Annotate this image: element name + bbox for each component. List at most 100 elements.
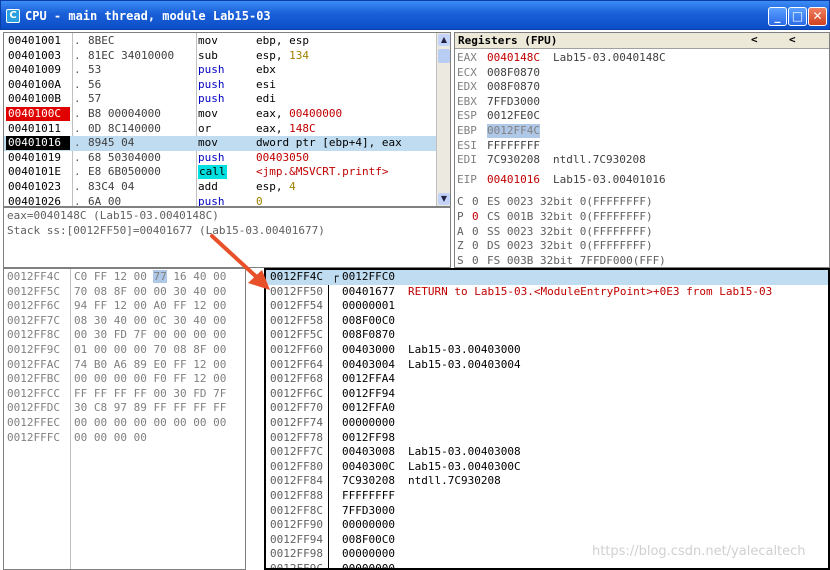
- stack-row[interactable]: 0012FF50 00401677 RETURN to Lab15-03.<Modu…: [266, 285, 828, 300]
- flag-value[interactable]: 0: [472, 210, 479, 224]
- disassembly-scrollbar[interactable]: ▲ ▼: [436, 33, 450, 206]
- disasm-address[interactable]: 00401019: [6, 151, 70, 165]
- flag-row[interactable]: S 0 FS 003B 32bit 7FFDF000(FFF): [455, 254, 825, 267]
- register-value[interactable]: FFFFFFFF: [487, 139, 540, 153]
- stack-value[interactable]: 00000001: [342, 299, 395, 313]
- flag-value[interactable]: 0: [472, 195, 479, 209]
- scroll-up-arrow-icon[interactable]: ▲: [438, 34, 450, 46]
- stack-row[interactable]: 0012FF88 FFFFFFFF: [266, 489, 828, 504]
- disasm-address[interactable]: 0040101E: [6, 165, 70, 179]
- disasm-row[interactable]: 00401003. 81EC 34010000 sub esp, 134: [4, 49, 436, 64]
- dump-hex-bytes[interactable]: FF FF FF FF 00 30 FD 7F: [74, 387, 226, 401]
- dump-row[interactable]: 0012FFCC FF FF FF FF 00 30 FD 7F: [4, 387, 244, 402]
- stack-row[interactable]: 0012FF90 00000000: [266, 518, 828, 533]
- register-row-eip[interactable]: EIP 00401016 Lab15-03.00401016: [455, 173, 825, 188]
- stack-row[interactable]: 0012FF58 008F00C0: [266, 314, 828, 329]
- register-row[interactable]: EAX 0040148C Lab15-03.0040148C: [455, 51, 825, 66]
- registers-header[interactable]: Registers (FPU) < <: [455, 33, 829, 49]
- disasm-address[interactable]: 0040100C: [6, 107, 70, 121]
- register-row[interactable]: ESP 0012FE0C: [455, 109, 825, 124]
- minimize-button[interactable]: _: [768, 7, 787, 26]
- disasm-row[interactable]: 00401009. 53 push ebx: [4, 63, 436, 78]
- stack-value[interactable]: FFFFFFFF: [342, 489, 395, 503]
- stack-row[interactable]: 0012FF5C 008F0870: [266, 328, 828, 343]
- dump-row[interactable]: 0012FFFC 00 00 00 00: [4, 431, 244, 446]
- register-value[interactable]: 7FFD3000: [487, 95, 540, 109]
- dump-hex-bytes[interactable]: 94 FF 12 00 A0 FF 12 00: [74, 299, 226, 313]
- register-row[interactable]: EDI 7C930208 ntdll.7C930208: [455, 153, 825, 168]
- dump-hex-bytes[interactable]: 01 00 00 00 70 08 8F 00: [74, 343, 226, 357]
- stack-row[interactable]: 0012FF6C 0012FF94: [266, 387, 828, 402]
- disasm-address[interactable]: 00401001: [6, 34, 70, 48]
- dump-hex-bytes[interactable]: 00 30 FD 7F 00 00 00 00: [74, 328, 226, 342]
- dump-hex-bytes[interactable]: 08 30 40 00 0C 30 40 00: [74, 314, 226, 328]
- dump-row[interactable]: 0012FFDC 30 C8 97 89 FF FF FF FF: [4, 401, 244, 416]
- disasm-row[interactable]: 00401026. 6A 00 push 0: [4, 195, 436, 206]
- register-row[interactable]: ESI FFFFFFFF: [455, 139, 825, 154]
- disasm-address[interactable]: 00401003: [6, 49, 70, 63]
- stack-row[interactable]: 0012FF74 00000000: [266, 416, 828, 431]
- register-value[interactable]: 008F0870: [487, 80, 540, 94]
- disasm-row[interactable]: 00401019. 68 50304000 push 00403050: [4, 151, 436, 166]
- register-value[interactable]: 7C930208: [487, 153, 540, 167]
- stack-pane[interactable]: 0012FF4C ┌ 0012FFC0 0012FF50 00401677 RETURN …: [264, 268, 830, 570]
- dump-hex-bytes[interactable]: 00 00 00 00: [74, 431, 147, 445]
- stack-value[interactable]: 0012FFA0: [342, 401, 395, 415]
- stack-value[interactable]: 7FFD3000: [342, 504, 395, 518]
- disasm-row[interactable]: 0040100B. 57 push edi: [4, 92, 436, 107]
- stack-value[interactable]: 7C930208: [342, 474, 395, 488]
- register-value[interactable]: 008F0870: [487, 66, 540, 80]
- flag-row[interactable]: Z 0 DS 0023 32bit 0(FFFFFFFF): [455, 239, 825, 254]
- disassembly-pane[interactable]: 00401001. 8BEC mov ebp, esp 00401003. 81EC 34…: [3, 32, 451, 207]
- memory-dump-pane[interactable]: 0012FF4C C0 FF 12 00 77 16 40 00 0012FF5C 7…: [3, 268, 246, 570]
- register-row[interactable]: EDX 008F0870: [455, 80, 825, 95]
- dump-row[interactable]: 0012FF5C 70 08 8F 00 00 30 40 00: [4, 285, 244, 300]
- dump-hex-bytes[interactable]: 30 C8 97 89 FF FF FF FF: [74, 401, 226, 415]
- stack-row[interactable]: 0012FF9C 00000000: [266, 562, 828, 568]
- disasm-address[interactable]: 00401026: [6, 195, 70, 206]
- chevron-left-icon[interactable]: <: [789, 33, 796, 46]
- stack-value[interactable]: 0040300C: [342, 460, 395, 474]
- stack-row[interactable]: 0012FF70 0012FFA0: [266, 401, 828, 416]
- disasm-row[interactable]: 0040100A. 56 push esi: [4, 78, 436, 93]
- stack-row[interactable]: 0012FF60 00403000 Lab15-03.00403000: [266, 343, 828, 358]
- dump-row[interactable]: 0012FF6C 94 FF 12 00 A0 FF 12 00: [4, 299, 244, 314]
- stack-value[interactable]: 008F00C0: [342, 533, 395, 547]
- stack-value[interactable]: 00000000: [342, 518, 395, 532]
- stack-value[interactable]: 008F0870: [342, 328, 395, 342]
- stack-value[interactable]: 00403008: [342, 445, 395, 459]
- stack-value[interactable]: 0012FF98: [342, 431, 395, 445]
- scroll-down-arrow-icon[interactable]: ▼: [438, 193, 450, 205]
- stack-value[interactable]: 00000000: [342, 547, 395, 561]
- dump-hex-bytes[interactable]: C0 FF 12 00 77 16 40 00: [74, 270, 226, 284]
- stack-row[interactable]: 0012FF8C 7FFD3000: [266, 504, 828, 519]
- register-row[interactable]: ECX 008F0870: [455, 66, 825, 81]
- flag-row[interactable]: C 0 ES 0023 32bit 0(FFFFFFFF): [455, 195, 825, 210]
- stack-value[interactable]: 00000000: [342, 416, 395, 430]
- stack-row[interactable]: 0012FF7C 00403008 Lab15-03.00403008: [266, 445, 828, 460]
- disasm-address[interactable]: 00401016: [6, 136, 70, 151]
- dump-selected-byte[interactable]: 77: [153, 270, 167, 283]
- dump-row[interactable]: 0012FFEC 00 00 00 00 00 00 00 00: [4, 416, 244, 431]
- disasm-row[interactable]: 00401001. 8BEC mov ebp, esp: [4, 34, 436, 49]
- stack-value[interactable]: 00000000: [342, 562, 395, 568]
- dump-hex-bytes[interactable]: 70 08 8F 00 00 30 40 00: [74, 285, 226, 299]
- register-value[interactable]: 0012FF4C: [487, 124, 540, 138]
- stack-value[interactable]: 0012FF94: [342, 387, 395, 401]
- dump-row[interactable]: 0012FF9C 01 00 00 00 70 08 8F 00: [4, 343, 244, 358]
- disasm-address[interactable]: 0040100A: [6, 78, 70, 92]
- register-value[interactable]: 0040148C: [487, 51, 540, 65]
- stack-value[interactable]: 00403004: [342, 358, 395, 372]
- register-value[interactable]: 0012FE0C: [487, 109, 540, 123]
- disasm-row[interactable]: 00401011. 0D 8C140000 or eax, 148C: [4, 122, 436, 137]
- chevron-left-icon[interactable]: <: [751, 33, 758, 46]
- stack-value[interactable]: 008F00C0: [342, 314, 395, 328]
- flag-value[interactable]: 0: [472, 225, 479, 239]
- stack-row[interactable]: 0012FF64 00403004 Lab15-03.00403004: [266, 358, 828, 373]
- dump-row[interactable]: 0012FFAC 74 B0 A6 89 E0 FF 12 00: [4, 358, 244, 373]
- flag-row[interactable]: P 0 CS 001B 32bit 0(FFFFFFFF): [455, 210, 825, 225]
- stack-row[interactable]: 0012FF68 0012FFA4: [266, 372, 828, 387]
- register-value[interactable]: 00401016: [487, 173, 540, 187]
- disasm-address[interactable]: 00401009: [6, 63, 70, 77]
- scrollbar-thumb[interactable]: [438, 49, 450, 63]
